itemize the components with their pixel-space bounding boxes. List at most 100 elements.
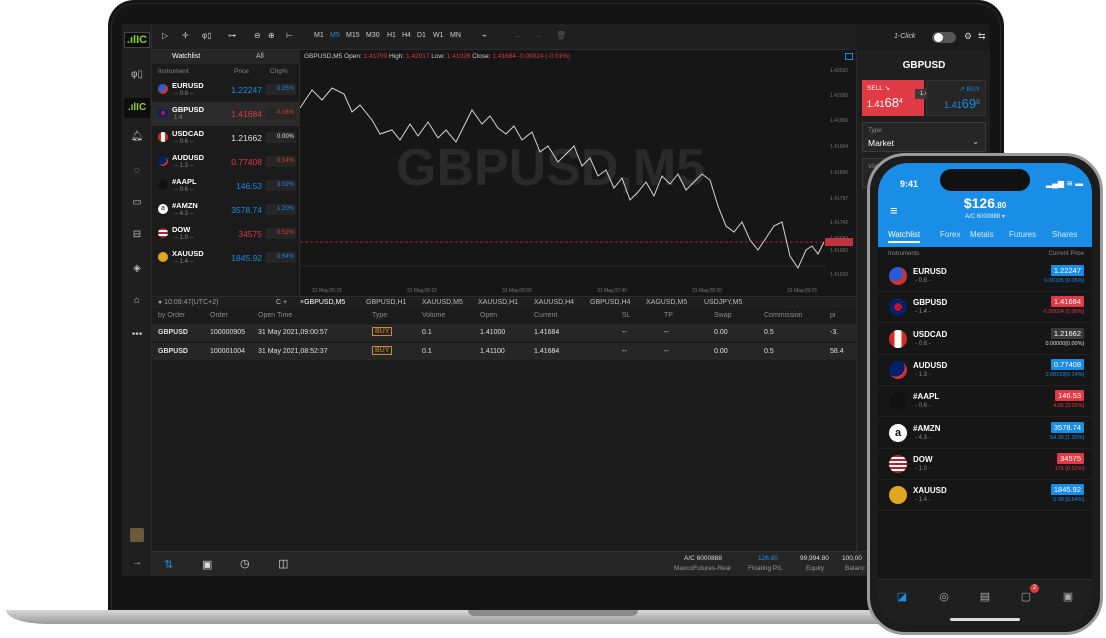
account-tab-icon[interactable]: ▣ [1058,590,1078,603]
watchlist-row[interactable]: XAUUSD -- 1.4 -- 1845.92 0.54% [152,246,300,270]
history-icon[interactable]: ◷ [240,557,250,570]
mobile-watchlist-row[interactable]: AUDUSD - 1.3 - 0.77408 0.00169[0.14%] [878,355,1092,386]
indicator-tool-icon[interactable]: φ▯ [202,31,212,40]
timeframe-m1[interactable]: M1 [314,32,324,39]
col-instruments: Instruments [888,251,920,257]
more-icon[interactable]: ••• [130,328,144,342]
tab-watchlist[interactable]: Watchlist [172,53,200,60]
column-header[interactable]: SL [622,312,631,319]
column-header[interactable]: Current [534,312,557,319]
zoom-in-icon[interactable]: ⊕ [268,31,275,40]
watchlist-row[interactable]: USDCAD -- 0.6 -- 1.21662 0.00% [152,126,300,150]
chart-tab[interactable]: USDJPY,M5 [704,299,742,306]
chart-type-icon[interactable]: ⊢ [286,31,293,40]
timeframe-h4[interactable]: H4 [402,32,411,39]
clipboard-icon[interactable]: ▣ [202,558,212,571]
chart-tab[interactable]: ×GBPUSD,M5 [300,299,345,306]
tab-all[interactable]: All [256,53,264,60]
watchlist-row[interactable]: a #AMZN -- 4.3 -- 3578.74 1.20% [152,198,300,222]
gb-flag-icon [158,108,168,118]
briefcase-icon[interactable]: ⊟ [130,228,144,242]
timeframe-h1[interactable]: H1 [387,32,396,39]
drawing-tool-icon[interactable]: ⊶ [228,31,236,40]
timeframe-d1[interactable]: D1 [417,32,426,39]
mobile-watchlist-row[interactable]: #AAPL - 0.6 - 146.53 4.65 [3.02%] [878,386,1092,418]
column-header[interactable]: Type [372,312,387,319]
mobile-tab[interactable]: Futures [1009,230,1036,239]
buy-button[interactable]: ↗ BUY 1.41698 [926,80,986,116]
column-header[interactable]: Order [210,312,228,319]
column-header[interactable]: TP [664,312,673,319]
column-header[interactable]: Volume [422,312,445,319]
add-tab-icon[interactable]: C + [276,299,287,306]
mobile-tab[interactable]: Forex [940,230,960,239]
zoom-out-icon[interactable]: ⊖ [254,31,261,40]
mobile-account[interactable]: A/C 6000888 ▾ [878,213,1092,220]
panel-toggle-icon[interactable] [845,53,853,60]
mobile-tab[interactable]: Shares [1052,230,1077,239]
column-header[interactable]: pi [830,312,835,319]
layers-icon[interactable]: ◈ [130,262,144,276]
mobile-watchlist-row[interactable]: USDCAD - 0.6 - 1.21662 0.00000[0.00%] [878,324,1092,355]
mobile-change: 0.00000[0.00%] [1045,340,1084,347]
undo-icon[interactable]: ← [514,31,522,40]
report-icon[interactable]: ◫ [278,557,288,570]
timeframe-m30[interactable]: M30 [366,32,380,39]
news-icon[interactable]: ▭ [130,196,144,210]
mobile-watchlist-row[interactable]: EURUSD - 0.8 - 1.22247 0.00105 [0.05%] [878,261,1092,292]
column-header[interactable]: Open [480,312,497,319]
swap-icon[interactable]: ⇆ [978,31,986,42]
chart-tab[interactable]: XAGUSD,M5 [646,299,687,306]
column-header[interactable]: Open Time [258,312,292,319]
timeframe-m5[interactable]: M5 [330,32,340,39]
position-row[interactable]: GBPUSD 100000905 31 May 2021,09:00:57 BUY 0.… [152,324,856,342]
column-header[interactable]: by Order [158,312,185,319]
chart-tab[interactable]: XAUUSD,H1 [478,299,518,306]
mobile-watchlist-row[interactable]: DOW - 1.0 - 34575 175 [0.52%] [878,449,1092,480]
chart-tab-icon[interactable]: ◪ [892,590,912,603]
column-header[interactable]: Swap [714,312,732,319]
cursor-icon[interactable]: ▷ [162,31,168,40]
chart-nav-icon[interactable]: .ılIC [124,98,150,118]
bell-icon[interactable]: 🔔︎ [130,130,144,144]
timeframe-m15[interactable]: M15 [346,32,360,39]
mobile-tab[interactable]: Metals [970,230,994,239]
timeframe-mn[interactable]: MN [450,32,461,39]
crosshair-icon[interactable]: ✛ [182,31,189,40]
avatar[interactable] [130,528,144,542]
indicator-icon[interactable]: φ▯ [130,68,144,82]
magnet-icon[interactable]: ⌁ [482,31,487,40]
mobile-change: 0.00105 [0.05%] [1043,278,1084,284]
mobile-spread: - 0.6 - [915,340,931,347]
watchlist-row[interactable]: AUDUSD -- 1.3 -- 0.77408 0.14% [152,150,300,174]
one-click-toggle[interactable] [932,32,956,43]
order-type-select[interactable]: Type Market ⌄ [862,122,986,152]
watchlist-row[interactable]: DOW -- 1.0 -- 34575 0.52% [152,222,300,246]
watchlist-row[interactable]: #AAPL -- 0.6 -- 146.53 3.02% [152,174,300,198]
mobile-tab[interactable]: Watchlist [888,230,921,243]
chart-tab[interactable]: GBPUSD,H1 [366,299,406,306]
price-chart[interactable]: GBPUSD,M5 Open: 1.41709 High: 1.42017 Lo… [300,50,856,296]
mobile-watchlist-row[interactable]: a #AMZN - 4.3 - 3578.74 54.35 [1.30%] [878,418,1092,449]
trade-tab-icon[interactable]: ◎ [934,590,954,603]
gear-icon[interactable]: ⚙ [964,31,972,42]
column-header[interactable]: Commission [764,312,803,319]
bank-icon[interactable]: ⌂ [130,294,144,308]
redo-icon[interactable]: → [534,31,542,40]
trash-icon[interactable]: 🗑 [556,31,566,40]
mobile-watchlist-row[interactable]: GBPUSD - 1.4 - 1.41684 -0.00024 [0.06%] [878,292,1092,324]
timeframe-w1[interactable]: W1 [433,32,444,39]
mobile-change: 0.00169[0.14%] [1045,371,1084,378]
chart-tab[interactable]: XAUUSD,M5 [422,299,463,306]
position-row[interactable]: GBPUSD 100001004 31 May 2021,08:52:37 BUY 0.… [152,343,856,361]
chart-tab[interactable]: XAUUSD,H4 [534,299,574,306]
trades-icon[interactable]: ⇅ [164,558,173,571]
watchlist-row[interactable]: EURUSD -- 0.8 -- 1.22247 0.05% [152,78,300,102]
chart-tab[interactable]: GBPUSD,H4 [590,299,630,306]
news-tab-icon[interactable]: ▤ [975,590,995,603]
mobile-spread: - 1.4 - [915,309,931,316]
watchlist-row[interactable]: GBPUSD 1.4 1.41684 -0.06% [152,102,300,126]
chat-icon[interactable]: ◌ [130,164,144,178]
arrow-right-icon[interactable]: → [130,556,144,570]
mobile-watchlist-row[interactable]: XAUUSD - 1.4 - 1845.92 5.09 [0.54%] [878,480,1092,512]
